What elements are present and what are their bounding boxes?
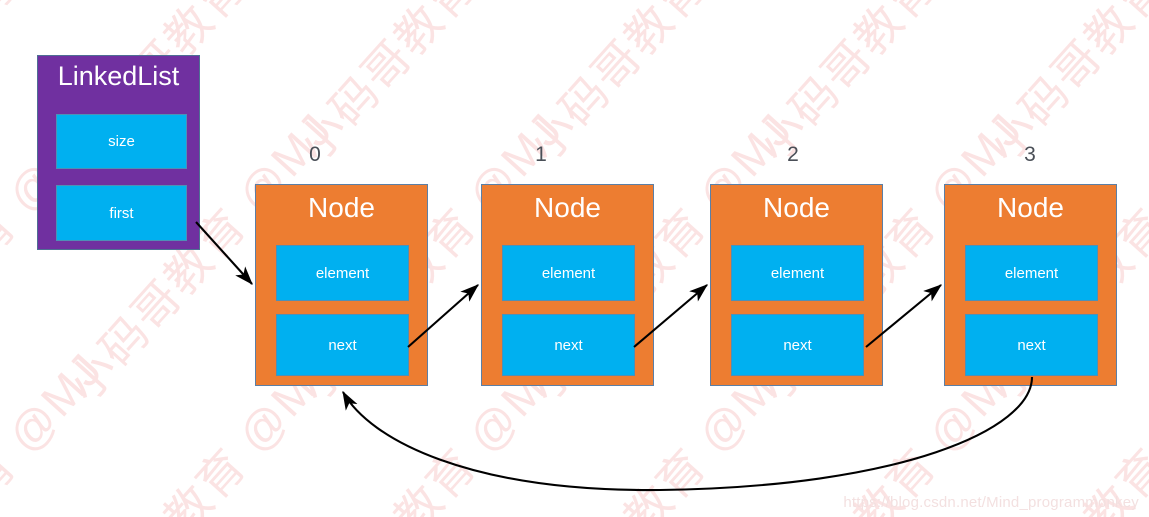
node-box-0[interactable]: Node element next bbox=[255, 184, 428, 386]
linkedlist-field-size-label: size bbox=[108, 133, 135, 150]
node-field-element[interactable]: element bbox=[502, 245, 635, 301]
index-label-2: 2 bbox=[787, 143, 799, 166]
node-title: Node bbox=[763, 192, 830, 223]
node-field-element-label: element bbox=[541, 264, 596, 282]
node-field-next[interactable]: next bbox=[276, 314, 409, 376]
linkedlist-field-first-label: first bbox=[109, 204, 134, 222]
index-label-0: 0 bbox=[309, 143, 321, 166]
node-field-element[interactable]: element bbox=[965, 245, 1098, 301]
node-title: Node bbox=[308, 192, 375, 223]
url-watermark: https://blog.csdn.net/Mind_programmonkey bbox=[843, 494, 1139, 511]
node-box-1[interactable]: Node element next bbox=[481, 184, 654, 386]
linkedlist-title: LinkedList bbox=[57, 61, 180, 91]
watermark-text: 小码哥教育 @MJ bbox=[0, 342, 113, 517]
node-field-next[interactable]: next bbox=[965, 314, 1098, 376]
node-field-element[interactable]: element bbox=[276, 245, 409, 301]
node-field-next-label: next bbox=[328, 336, 357, 354]
node-field-next-label: next bbox=[554, 336, 583, 354]
arrow-first-to-node0 bbox=[195, 221, 253, 285]
node-field-element[interactable]: element bbox=[731, 245, 864, 301]
node-field-element-label: element bbox=[315, 264, 370, 282]
linkedlist-box[interactable]: LinkedList size first bbox=[37, 55, 200, 250]
diagram-canvas: 小码哥教育 @MJ 小码哥教育 @MJ 小码哥教育 @MJ 小码哥教育 @MJ … bbox=[0, 0, 1149, 517]
index-label-1: 1 bbox=[535, 143, 547, 166]
node-box-2[interactable]: Node element next bbox=[710, 184, 883, 386]
linkedlist-field-size[interactable]: size bbox=[56, 114, 187, 169]
node-field-next-label: next bbox=[783, 336, 812, 354]
node-field-next-label: next bbox=[1017, 336, 1046, 354]
index-label-3: 3 bbox=[1024, 143, 1036, 166]
watermark-text: 小码哥教育 @MJ bbox=[977, 0, 1149, 172]
node-title: Node bbox=[997, 192, 1064, 223]
node-field-element-label: element bbox=[770, 264, 825, 282]
node-field-next[interactable]: next bbox=[502, 314, 635, 376]
linkedlist-field-first[interactable]: first bbox=[56, 185, 187, 241]
node-box-3[interactable]: Node element next bbox=[944, 184, 1117, 386]
node-title: Node bbox=[534, 192, 601, 223]
arrow-node3-to-node0 bbox=[342, 376, 1034, 492]
node-field-element-label: element bbox=[1004, 264, 1059, 282]
node-field-next[interactable]: next bbox=[731, 314, 864, 376]
